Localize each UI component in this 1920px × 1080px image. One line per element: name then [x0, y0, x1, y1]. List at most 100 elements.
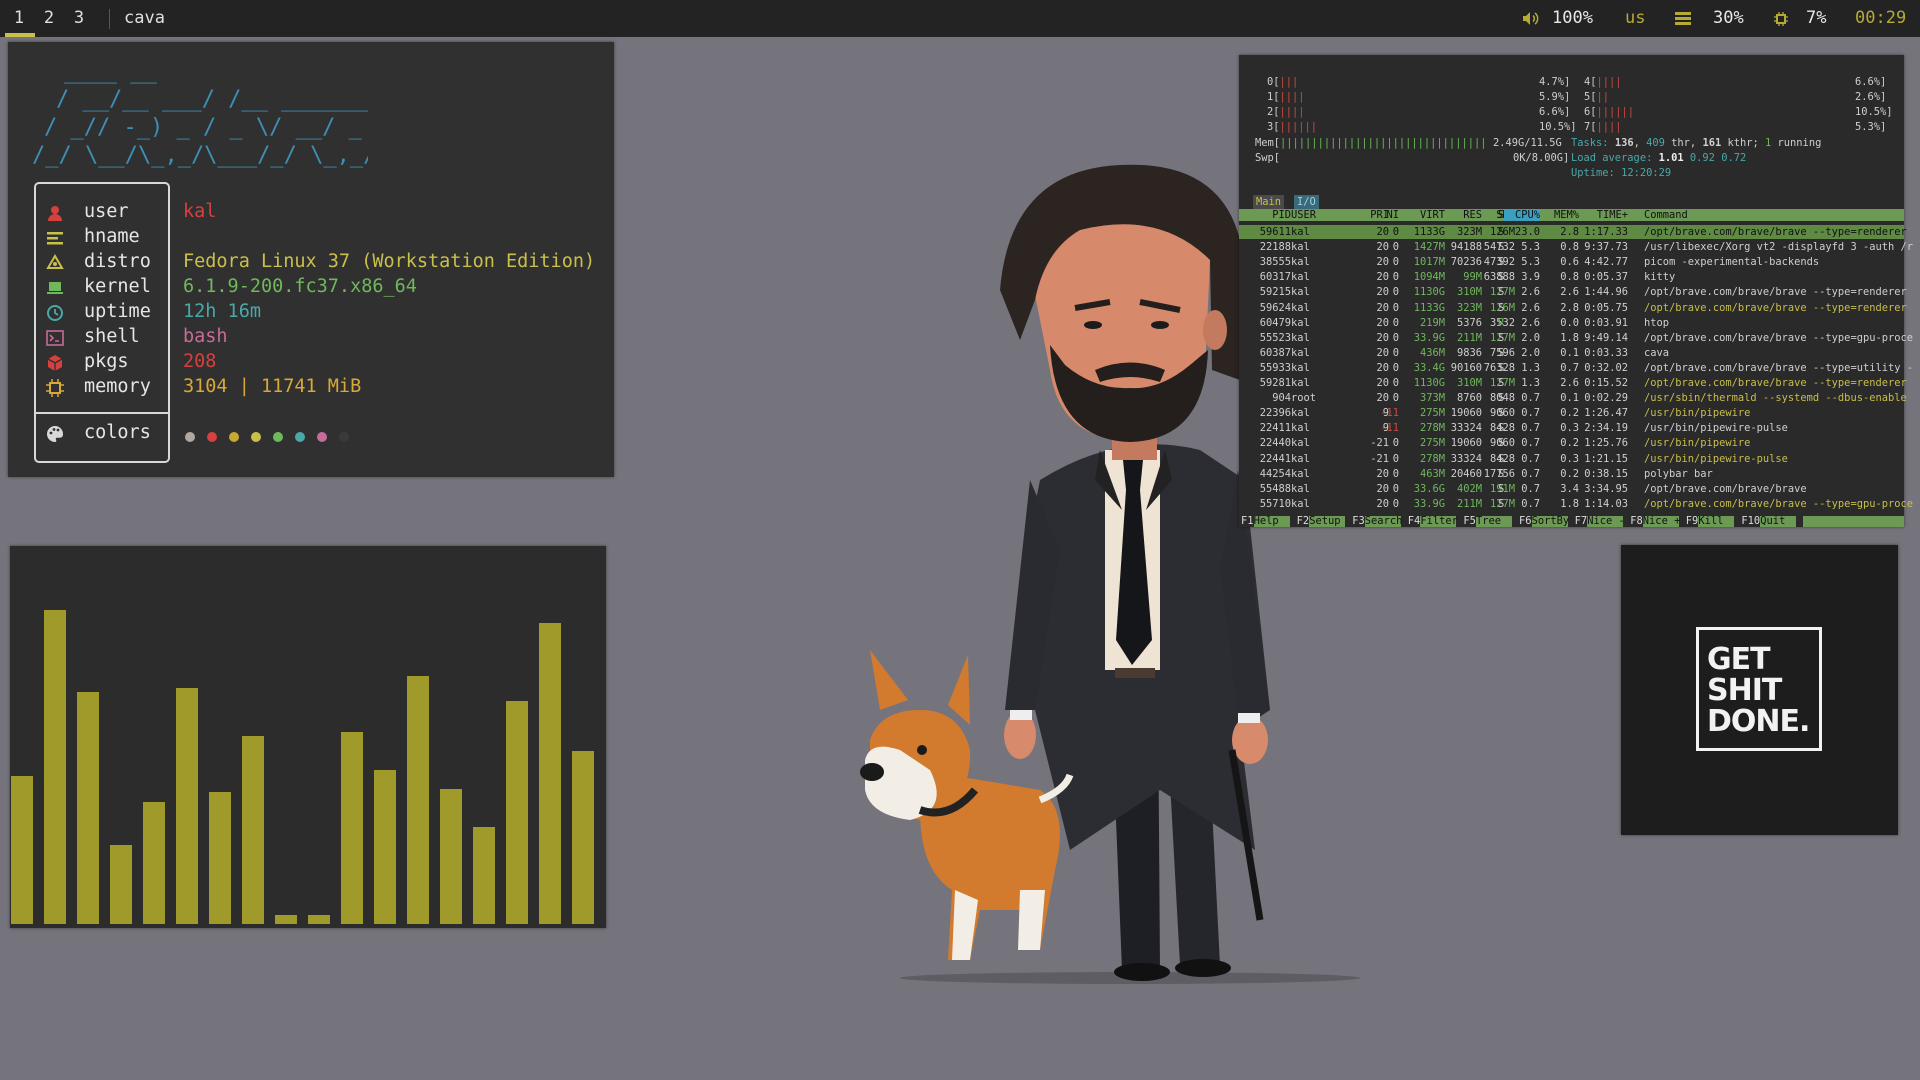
fetch-divider: [36, 412, 168, 414]
cava-bar: [308, 915, 330, 924]
process-row[interactable]: 22188 kal 20 0 1427M 94188 54732 S 5.3 0.8 9:37.73…: [1239, 240, 1913, 254]
cava-bar: [242, 736, 264, 924]
palette-swatch: [339, 432, 349, 442]
palette-swatch: [185, 432, 195, 442]
process-row[interactable]: 60387 kal 20 0 436M 9836 7596 S 2.0 0.1 0:03.33 cav…: [1239, 346, 1904, 360]
process-row[interactable]: 22441 kal -21 0 278M 33324 8428 S 0.7 0.3 1:21.15/…: [1239, 452, 1904, 466]
poster-frame: GET SHIT DONE.: [1696, 627, 1822, 751]
fetch-row-hname: hname: [34, 226, 166, 251]
fkey-F3[interactable]: F3: [1352, 516, 1365, 527]
process-row[interactable]: 55710 kal 20 0 33.9G 211M 127M S 0.7 1.8 1:14.03/o…: [1239, 497, 1913, 511]
swap-meter-row: Swp[0K/8.00G] Load average: 1.01 0.92 0.7…: [1255, 152, 1747, 164]
process-row[interactable]: 59611 kal 20 0 1133G 323M 126M S 23.0 2.8 1:17.33/…: [1239, 225, 1907, 239]
palette-icon: [47, 425, 64, 442]
process-table-header: PIDUSERPRINIVIRTRESSHRSCPU%MEM%TIME+Comm…: [1239, 209, 1904, 221]
fetch-row-memory: memory: [34, 376, 166, 401]
process-row[interactable]: 22396 kal 9 -11 275M 19060 9060 S 0.7 0.2 1:26.47/…: [1239, 406, 1904, 420]
memory-meter-row: Mem[||||||||||||||||||||||||||||||||| 2.4…: [1255, 137, 1822, 149]
fkey-F9[interactable]: F9: [1686, 516, 1699, 527]
fetch-label-uptime: uptime: [84, 301, 151, 322]
fetch-label-hname: hname: [84, 226, 140, 247]
workspace-2[interactable]: 2: [35, 8, 63, 28]
laptop-icon: [47, 282, 63, 294]
cava-bar: [110, 845, 132, 924]
fkey-F5[interactable]: F5: [1463, 516, 1476, 527]
fetch-value-uptime: 12h 16m: [183, 301, 261, 322]
right-hand: [1232, 716, 1268, 764]
window-title: cava: [124, 8, 165, 28]
palette-swatch: [207, 432, 217, 442]
cava-bar: [209, 792, 231, 924]
tab-main[interactable]: Main: [1253, 195, 1285, 209]
process-row[interactable]: 55523 kal 20 0 33.9G 211M 127M S 2.0 1.8 9:49.14/o…: [1239, 331, 1913, 345]
cava-bar: [77, 692, 99, 924]
palette-swatch: [273, 432, 283, 442]
fkey-F2[interactable]: F2: [1297, 516, 1310, 527]
poster-line-2: SHIT: [1707, 673, 1782, 708]
fkey-F10[interactable]: F10: [1741, 516, 1760, 527]
fetch-label-pkgs: pkgs: [84, 351, 129, 372]
fetch-label-memory: memory: [84, 376, 151, 397]
fetch-row-user: user: [34, 201, 166, 226]
fkey-F6[interactable]: F6: [1519, 516, 1532, 527]
cava-visualizer: [10, 546, 606, 928]
keyboard-layout[interactable]: us: [1625, 8, 1645, 28]
cava-bar: [11, 776, 33, 924]
terminal-icon: [46, 330, 64, 346]
process-row[interactable]: 22411 kal 9 -11 278M 33324 8428 S 0.7 0.3 2:34.19/…: [1239, 421, 1904, 435]
cava-bar: [539, 623, 561, 924]
fetch-row-pkgs: pkgs: [34, 351, 166, 376]
workspace-3[interactable]: 3: [65, 8, 93, 28]
cpu-usage: 7%: [1806, 8, 1827, 28]
process-row[interactable]: 59624 kal 20 0 1133G 323M 126M S 2.6 2.8 0:05.75/o…: [1239, 301, 1907, 315]
palette-swatch: [295, 432, 305, 442]
workspace-1[interactable]: 1: [5, 8, 33, 28]
process-row[interactable]: 904 root 20 0 373M 8760 8048 S 0.7 0.1 0:02.29/usr…: [1239, 391, 1907, 405]
process-row[interactable]: 59215 kal 20 0 1130G 310M 127M S 2.6 2.6 1:44.96/o…: [1239, 285, 1907, 299]
fkey-F4[interactable]: F4: [1408, 516, 1421, 527]
tab-io[interactable]: I/O: [1294, 195, 1319, 209]
fetch-label-distro: distro: [84, 251, 151, 272]
fkey-F8[interactable]: F8: [1630, 516, 1643, 527]
chip-icon: [46, 379, 64, 397]
process-row[interactable]: 55488 kal 20 0 33.6G 402M 191M S 0.7 3.4 3:34.95/o…: [1239, 482, 1904, 496]
process-row[interactable]: 55933 kal 20 0 33.4G 90160 76328 S 1.3 0.7 0:32.02…: [1239, 361, 1913, 375]
poster-line-3: DONE.: [1707, 704, 1810, 739]
fetch-value-kernel: 6.1.9-200.fc37.x86_64: [183, 276, 417, 297]
memory-usage: 30%: [1713, 8, 1744, 28]
fkey-F1[interactable]: F1: [1241, 516, 1254, 527]
palette-swatch: [229, 432, 239, 442]
fkey-F7[interactable]: F7: [1575, 516, 1588, 527]
process-row[interactable]: 44254 kal 20 0 463M 20460 17756 S 0.7 0.2 0:38.15 p…: [1239, 467, 1904, 481]
volume-icon[interactable]: [1522, 11, 1539, 26]
process-row[interactable]: 38555 kal 20 0 1017M 70236 47392 S 5.3 0.6 4:42.77…: [1239, 255, 1904, 269]
process-row[interactable]: 22440 kal -21 0 275M 19060 9060 S 0.7 0.2 1:25.76/…: [1239, 436, 1904, 450]
cava-bar: [506, 701, 528, 924]
htop-terminal[interactable]: 0[||| 4.7%] 4[|||| 6.6%] 1[|||| 5.9%] 5[|| 2.6%…: [1239, 55, 1913, 527]
fetch-value-memory: 3104 | 11741 MiB: [183, 376, 362, 397]
process-row[interactable]: 60317 kal 20 0 1094M 99M 63888 S 3.9 0.8 0:05.37 ki…: [1239, 270, 1904, 284]
hostname-icon: [47, 232, 63, 245]
cava-bar: [374, 770, 396, 924]
process-row[interactable]: 59281 kal 20 0 1130G 310M 127M S 1.3 2.6 0:15.52/o…: [1239, 376, 1907, 390]
cpu-meter-row: 1[|||| 5.9%] 5[|| 2.6%]: [1267, 91, 1887, 103]
fetch-value-pkgs: 208: [183, 351, 217, 372]
get-shit-done-poster: GET SHIT DONE.: [1621, 545, 1898, 835]
colors-label: colors: [84, 422, 151, 443]
volume-level[interactable]: 100%: [1552, 8, 1593, 28]
process-row[interactable]: 60479 kal 20 0 219M 5376 3532 R 2.6 0.0 0:03.91 hto…: [1239, 316, 1904, 330]
cava-bar: [572, 751, 594, 924]
fetch-label-user: user: [84, 201, 129, 222]
clock-icon: [47, 305, 63, 321]
function-key-bar: F1 Help F2 Setup F3 Search F4 Filter F5 Tree F6 Sor…: [1239, 516, 1904, 527]
htop-tabs: Main I/O: [1239, 195, 1904, 209]
cpu-meter-row: 3[|||||| 10.5%] 7[|||| 5.3%]: [1267, 121, 1887, 133]
active-workspace-indicator: [5, 33, 35, 37]
cava-bar: [407, 676, 429, 924]
cava-bar: [440, 789, 462, 924]
fetch-panel: ____ __ / __/__ ___/ /__ _______ _ / _//…: [8, 42, 614, 477]
uptime-row: Uptime: 12:20:29: [1571, 167, 1672, 179]
colors-row: colors: [34, 422, 166, 447]
memory-icon: [1675, 12, 1691, 25]
fetch-value-shell: bash: [183, 326, 228, 347]
